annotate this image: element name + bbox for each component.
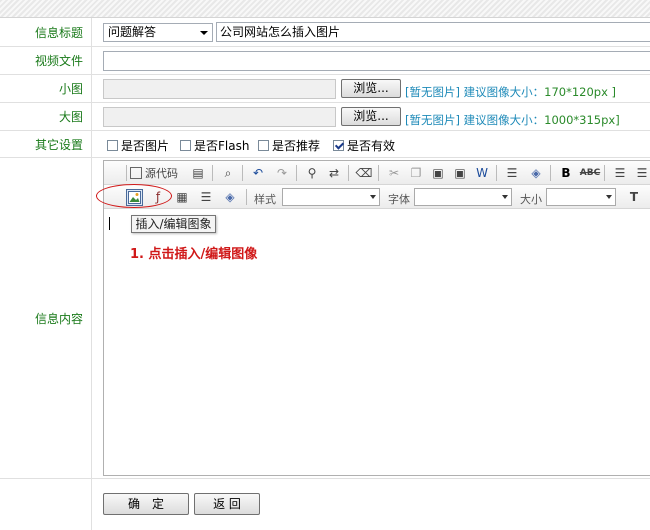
object-icon[interactable]: ◈	[528, 165, 544, 181]
small-image-browse-button[interactable]: 浏览...	[341, 79, 401, 98]
title-input[interactable]: 公司网站怎么插入图片	[216, 22, 650, 42]
large-image-hint: [暂无图片] 建议图像大小：1000*315px]	[405, 113, 620, 127]
large-image-path[interactable]	[103, 107, 336, 127]
actions-label-cell	[0, 479, 92, 530]
top-stripe	[0, 0, 650, 18]
content-row: 信息内容 源代码 ▤ ⌕ ↶ ↷ ⚲ ⇄ ⌫ ✂ ❐ ▣ ▣ W ☰ ◈ B A…	[0, 158, 650, 479]
other-settings-row: 其它设置 是否图片 是否Flash 是否推荐 是否有效	[0, 131, 650, 158]
list-icon[interactable]: ☰	[504, 165, 520, 181]
small-image-status[interactable]: [暂无图片]	[405, 85, 460, 99]
text-caret	[109, 217, 110, 230]
small-image-label: 小图	[0, 75, 92, 102]
horizontal-rule-icon[interactable]: ☰	[198, 189, 214, 205]
small-image-path[interactable]	[103, 79, 336, 99]
cut-icon[interactable]: ✂	[386, 165, 402, 181]
bold-icon[interactable]: B	[558, 165, 574, 181]
font-select[interactable]	[414, 188, 512, 206]
replace-icon[interactable]: ⇄	[326, 165, 342, 181]
large-image-browse-button[interactable]: 浏览...	[341, 107, 401, 126]
title-row: 信息标题 问题解答 公司网站怎么插入图片	[0, 18, 650, 47]
large-image-row: 大图 浏览... [暂无图片] 建议图像大小：1000*315px]	[0, 103, 650, 131]
preview-icon[interactable]: ⌕	[220, 165, 236, 181]
title-label: 信息标题	[0, 18, 92, 46]
confirm-button[interactable]: 确 定	[103, 493, 189, 515]
is-valid-checkbox[interactable]: 是否有效	[333, 137, 395, 154]
checkbox-box-checked[interactable]	[333, 140, 344, 151]
style-select[interactable]	[282, 188, 380, 206]
eraser-icon[interactable]: ⌫	[356, 165, 373, 181]
video-input[interactable]	[103, 51, 650, 71]
align-left-icon[interactable]: ☰	[612, 165, 628, 181]
size-label: 大小	[520, 193, 542, 206]
is-flash-checkbox[interactable]: 是否Flash	[180, 137, 249, 154]
copy-icon[interactable]: ❐	[408, 165, 424, 181]
category-select[interactable]: 问题解答	[103, 23, 213, 42]
paste-text-icon[interactable]: ▣	[452, 165, 468, 181]
chevron-down-icon	[606, 195, 612, 199]
checkbox-box[interactable]	[107, 140, 118, 151]
editor-toolbar-2: ƒ ▦ ☰ ◈ 样式 字体 大小 T	[104, 185, 650, 209]
is-image-checkbox[interactable]: 是否图片	[107, 137, 169, 154]
size-select[interactable]	[546, 188, 616, 206]
checkbox-box[interactable]	[258, 140, 269, 151]
template-icon[interactable]: ▤	[190, 165, 206, 181]
redo-icon[interactable]: ↷	[274, 165, 290, 181]
find-icon[interactable]: ⚲	[304, 165, 320, 181]
actions-row: 确 定 返 回	[0, 479, 650, 530]
paste-icon[interactable]: ▣	[430, 165, 446, 181]
annotation-ellipse	[96, 184, 172, 208]
small-image-row: 小图 浏览... [暂无图片] 建议图像大小：170*120px ]	[0, 75, 650, 103]
style-label: 样式	[254, 193, 276, 206]
is-recommended-checkbox[interactable]: 是否推荐	[258, 137, 320, 154]
insert-image-tooltip: 插入/编辑图象	[131, 215, 216, 233]
content-label: 信息内容	[0, 158, 92, 478]
video-row: 视频文件	[0, 47, 650, 75]
checkbox-box[interactable]	[180, 140, 191, 151]
text-color-icon[interactable]: T	[626, 189, 642, 205]
annotation-text: 1. 点击插入/编辑图像	[130, 247, 258, 262]
rich-text-editor: 源代码 ▤ ⌕ ↶ ↷ ⚲ ⇄ ⌫ ✂ ❐ ▣ ▣ W ☰ ◈ B ABC ☰ …	[103, 160, 650, 476]
strikethrough-icon[interactable]: ABC	[580, 165, 600, 181]
source-icon	[130, 167, 142, 179]
undo-icon[interactable]: ↶	[250, 165, 266, 181]
font-label: 字体	[388, 193, 410, 206]
other-settings-label: 其它设置	[0, 131, 92, 157]
source-button[interactable]: 源代码	[130, 164, 178, 182]
large-image-status[interactable]: [暂无图片]	[405, 113, 460, 127]
chevron-down-icon	[200, 31, 208, 35]
special-char-icon[interactable]: ◈	[222, 189, 238, 205]
editor-toolbar-1: 源代码 ▤ ⌕ ↶ ↷ ⚲ ⇄ ⌫ ✂ ❐ ▣ ▣ W ☰ ◈ B ABC ☰ …	[104, 161, 650, 185]
table-icon[interactable]: ▦	[174, 189, 190, 205]
large-image-label: 大图	[0, 103, 92, 130]
chevron-down-icon	[502, 195, 508, 199]
small-image-hint: [暂无图片] 建议图像大小：170*120px ]	[405, 85, 617, 99]
video-label: 视频文件	[0, 47, 92, 74]
align-center-icon[interactable]: ☰	[634, 165, 650, 181]
back-button[interactable]: 返 回	[194, 493, 260, 515]
paste-word-icon[interactable]: W	[474, 165, 490, 181]
chevron-down-icon	[370, 195, 376, 199]
